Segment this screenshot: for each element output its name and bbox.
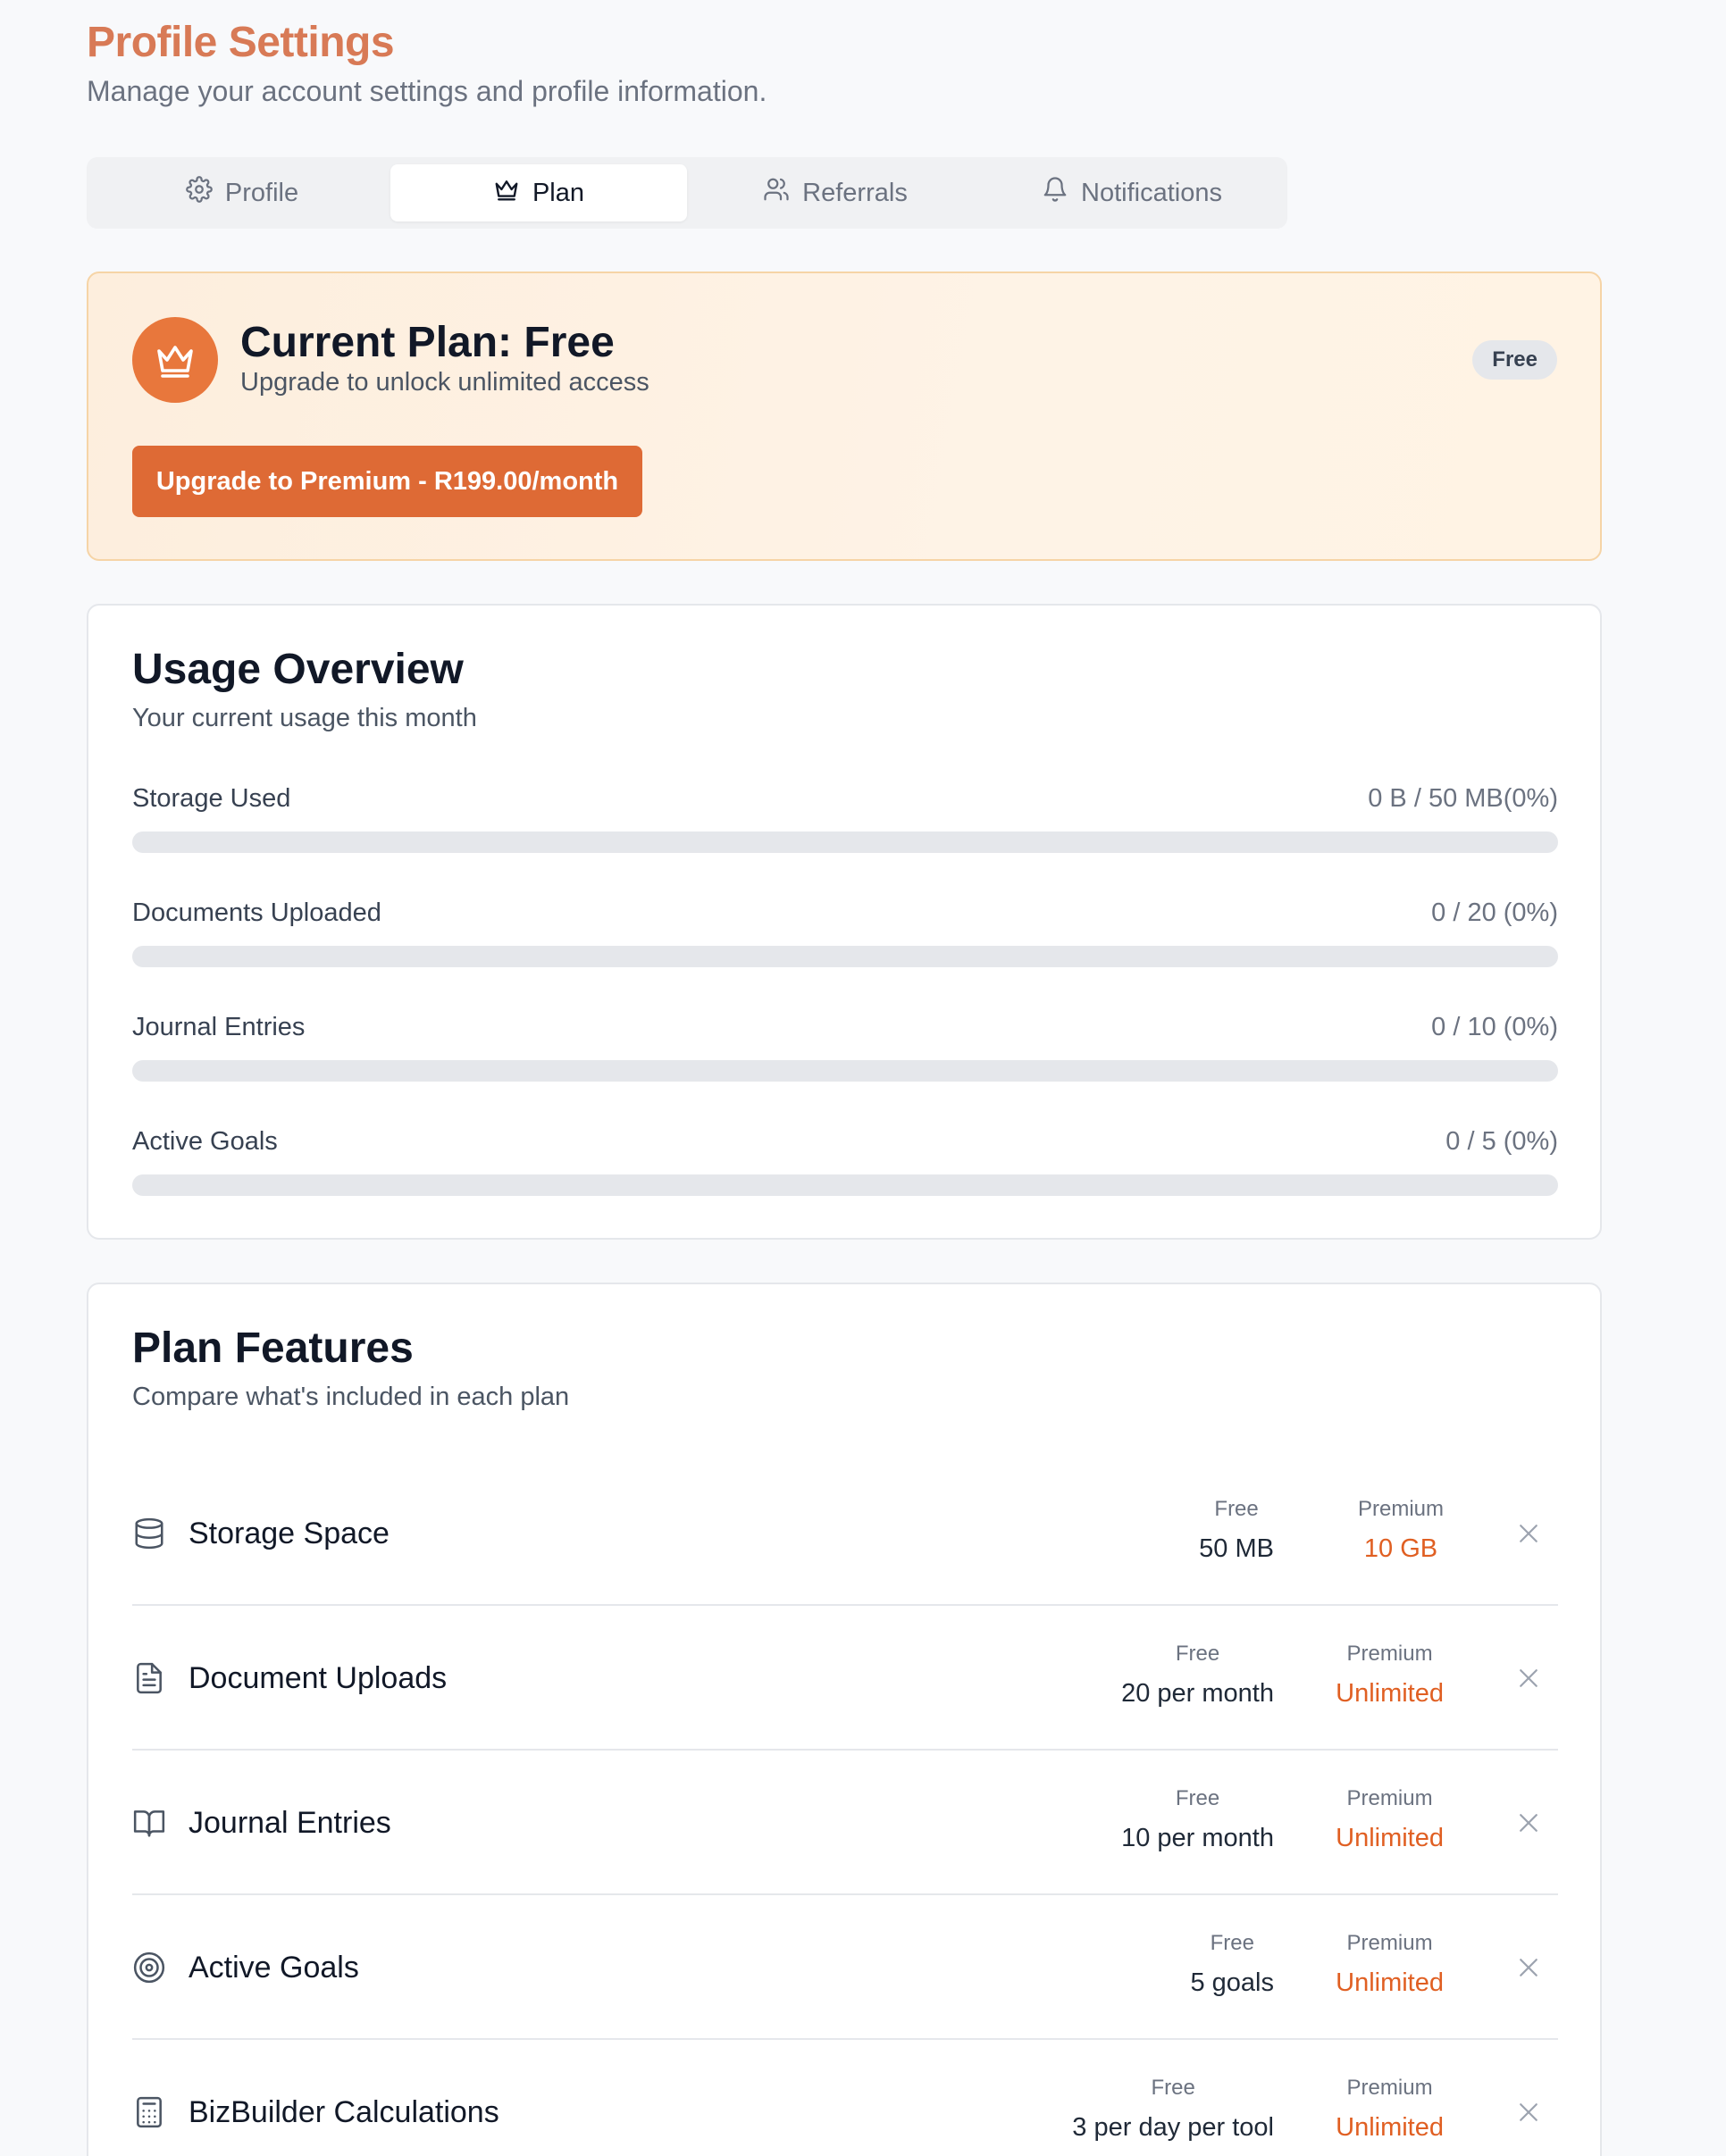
free-value: 3 per day per tool xyxy=(1072,2113,1274,2142)
tab-notifications[interactable]: Notifications xyxy=(984,164,1280,221)
premium-column: Premium Unlimited xyxy=(1336,1643,1444,1709)
free-header: Free xyxy=(1214,1497,1259,1521)
usage-row-journal: Journal Entries 0 / 10 (0%) xyxy=(132,1013,1558,1093)
usage-value: 0 B / 50 MB(0%) xyxy=(1368,784,1558,813)
tab-profile[interactable]: Profile xyxy=(94,164,390,221)
tab-referrals[interactable]: Referrals xyxy=(687,164,984,221)
usage-row-goals: Active Goals 0 / 5 (0%) xyxy=(132,1127,1558,1208)
feature-row-active-goals: Active Goals Free 5 goals Premium Unlimi… xyxy=(132,1895,1558,2040)
plan-features-subtitle: Compare what's included in each plan xyxy=(132,1383,570,1411)
usage-label: Storage Used xyxy=(132,784,291,813)
tab-label: Profile xyxy=(224,178,299,207)
usage-row-documents: Documents Uploaded 0 / 20 (0%) xyxy=(132,898,1558,979)
free-value: 5 goals xyxy=(1190,1968,1274,1997)
free-header: Free xyxy=(1210,1931,1254,1955)
usage-overview-subtitle: Your current usage this month xyxy=(132,704,477,732)
feature-name: Document Uploads xyxy=(189,1661,448,1695)
free-header: Free xyxy=(1151,2076,1195,2100)
free-column: Free 50 MB xyxy=(1199,1499,1274,1564)
users-icon xyxy=(763,176,790,210)
close-icon xyxy=(1515,1665,1542,1692)
usage-value: 0 / 20 (0%) xyxy=(1431,898,1558,927)
usage-value: 0 / 5 (0%) xyxy=(1445,1127,1558,1156)
premium-column: Premium Unlimited xyxy=(1336,1933,1444,1998)
usage-label: Journal Entries xyxy=(132,1013,306,1041)
book-open-icon xyxy=(132,1806,166,1840)
premium-column: Premium Unlimited xyxy=(1336,2077,1444,2143)
premium-header: Premium xyxy=(1346,1786,1433,1810)
free-value: 50 MB xyxy=(1199,1534,1274,1563)
premium-column: Premium Unlimited xyxy=(1336,1788,1444,1853)
database-icon xyxy=(132,1517,166,1550)
page-title: Profile Settings xyxy=(87,19,395,66)
documents-progress-bar xyxy=(132,946,1558,967)
usage-overview-card: Usage Overview Your current usage this m… xyxy=(87,604,1602,1240)
premium-value: 10 GB xyxy=(1363,1534,1438,1563)
calculator-icon xyxy=(132,2095,166,2129)
tab-label: Plan xyxy=(532,178,585,207)
premium-value: Unlimited xyxy=(1336,2113,1444,2142)
settings-tabs: Profile Plan Referrals Notifications xyxy=(87,157,1287,229)
current-plan-subtitle: Upgrade to unlock unlimited access xyxy=(240,368,649,397)
free-header: Free xyxy=(1175,1642,1220,1666)
free-column: Free 10 per month xyxy=(1121,1788,1274,1853)
tab-label: Referrals xyxy=(802,178,908,207)
feature-name: Storage Space xyxy=(189,1517,390,1550)
plan-features-card: Plan Features Compare what's included in… xyxy=(87,1283,1602,2156)
usage-row-storage: Storage Used 0 B / 50 MB(0%) xyxy=(132,784,1558,865)
free-column: Free 3 per day per tool xyxy=(1072,2077,1274,2143)
free-header: Free xyxy=(1175,1786,1220,1810)
page-subtitle: Manage your account settings and profile… xyxy=(87,75,767,107)
current-plan-title: Current Plan: Free xyxy=(240,319,615,366)
feature-row-storage: Storage Space Free 50 MB Premium 10 GB xyxy=(132,1461,1558,1606)
goals-progress-bar xyxy=(132,1174,1558,1196)
plan-status-badge: Free xyxy=(1472,340,1557,380)
usage-label: Documents Uploaded xyxy=(132,898,381,927)
free-value: 20 per month xyxy=(1121,1679,1274,1708)
upgrade-to-premium-button[interactable]: Upgrade to Premium - R199.00/month xyxy=(132,446,642,517)
usage-value: 0 / 10 (0%) xyxy=(1431,1013,1558,1041)
usage-label: Active Goals xyxy=(132,1127,278,1156)
feature-name: BizBuilder Calculations xyxy=(189,2095,499,2129)
feature-row-journal-entries: Journal Entries Free 10 per month Premiu… xyxy=(132,1751,1558,1895)
feature-name: Journal Entries xyxy=(189,1806,391,1840)
close-icon xyxy=(1515,1809,1542,1836)
crown-icon xyxy=(132,317,218,403)
free-value: 10 per month xyxy=(1121,1824,1274,1852)
premium-header: Premium xyxy=(1346,1931,1433,1955)
target-icon xyxy=(132,1951,166,1985)
usage-overview-title: Usage Overview xyxy=(132,646,464,693)
free-column: Free 20 per month xyxy=(1121,1643,1274,1709)
crown-icon xyxy=(493,176,520,210)
feature-row-bizbuilder: BizBuilder Calculations Free 3 per day p… xyxy=(132,2040,1558,2156)
feature-name: Active Goals xyxy=(189,1951,359,1985)
bell-icon xyxy=(1042,176,1068,210)
feature-row-document-uploads: Document Uploads Free 20 per month Premi… xyxy=(132,1606,1558,1751)
premium-column: Premium 10 GB xyxy=(1358,1499,1444,1564)
premium-header: Premium xyxy=(1357,1497,1444,1521)
document-icon xyxy=(132,1661,166,1695)
close-icon xyxy=(1515,2099,1542,2126)
premium-header: Premium xyxy=(1346,2076,1433,2100)
close-icon xyxy=(1515,1520,1542,1547)
plan-features-title: Plan Features xyxy=(132,1325,414,1372)
tab-label: Notifications xyxy=(1081,178,1222,207)
premium-value: Unlimited xyxy=(1336,1679,1444,1708)
gear-icon xyxy=(186,176,213,210)
tab-plan[interactable]: Plan xyxy=(390,164,687,221)
close-icon xyxy=(1515,1954,1542,1981)
premium-value: Unlimited xyxy=(1336,1968,1444,1997)
premium-value: Unlimited xyxy=(1336,1824,1444,1852)
current-plan-card: Current Plan: Free Upgrade to unlock unl… xyxy=(87,272,1602,561)
storage-progress-bar xyxy=(132,831,1558,853)
journal-progress-bar xyxy=(132,1060,1558,1082)
premium-header: Premium xyxy=(1346,1642,1433,1666)
free-column: Free 5 goals xyxy=(1190,1933,1274,1998)
